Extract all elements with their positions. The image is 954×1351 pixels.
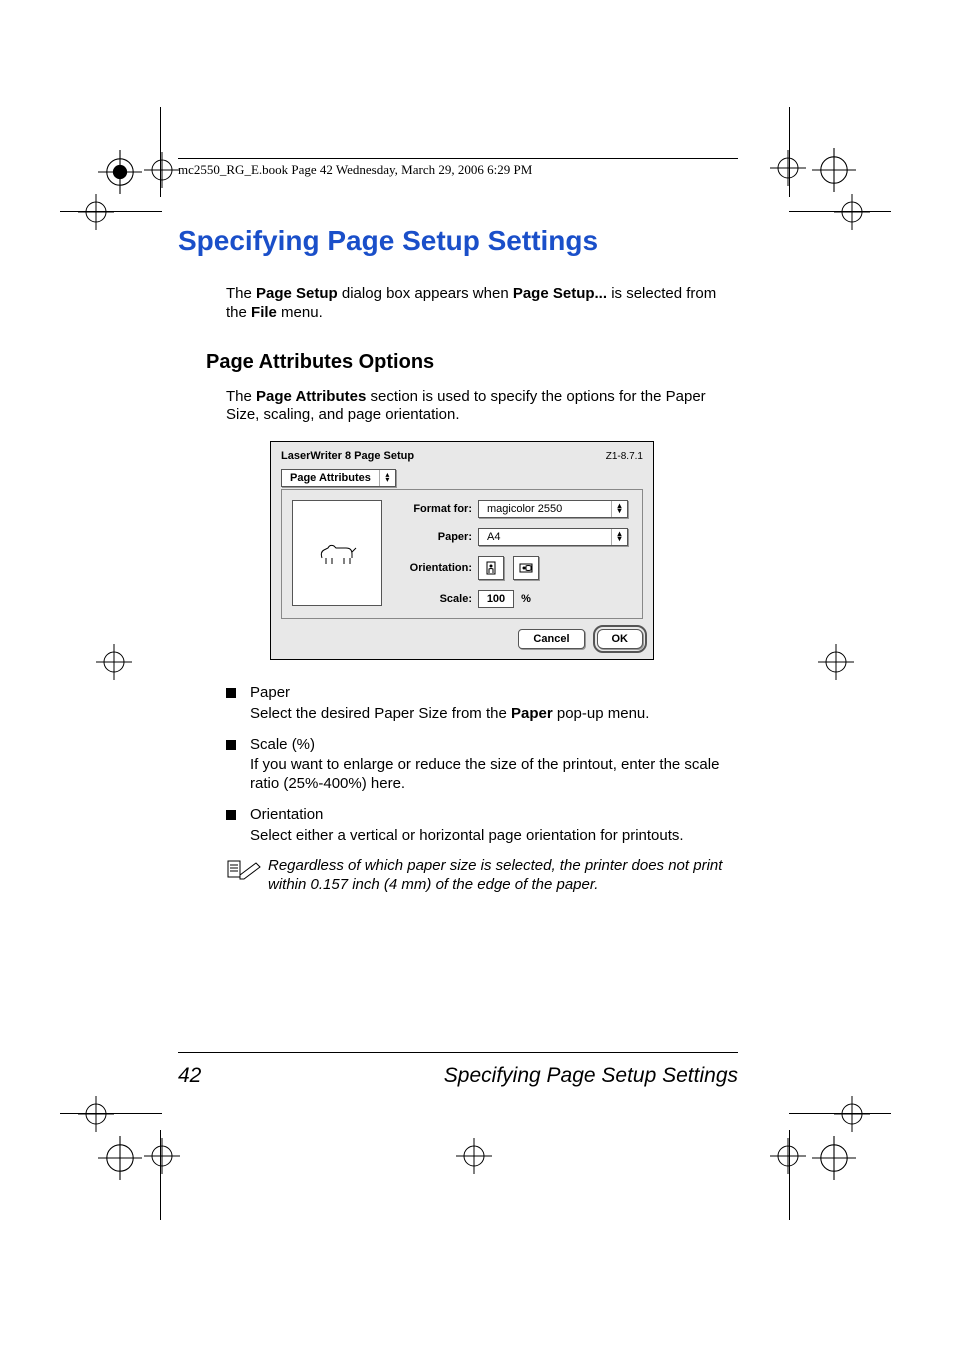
footer-rule [178, 1052, 738, 1053]
page-title: Specifying Page Setup Settings [178, 225, 738, 257]
footer-title: Specifying Page Setup Settings [444, 1064, 738, 1088]
chevron-updown-icon: ▴▾ [379, 470, 395, 486]
section-body: The Page Attributes section is used to s… [226, 388, 738, 426]
scale-unit: % [521, 593, 531, 605]
cancel-button[interactable]: Cancel [518, 629, 584, 649]
bullet-item: Orientation Select either a vertical or … [226, 806, 738, 846]
dog-preview-icon [316, 538, 358, 568]
square-bullet-icon [226, 810, 236, 820]
dialog-version: Z1-8.7.1 [606, 451, 643, 462]
registration-mark-icon [812, 148, 856, 192]
orientation-landscape-button[interactable] [513, 556, 539, 580]
note-icon [226, 857, 268, 895]
dialog-screenshot: LaserWriter 8 Page Setup Z1-8.7.1 Page A… [270, 441, 738, 660]
ok-button[interactable]: OK [597, 629, 644, 649]
paper-label: Paper: [400, 531, 478, 543]
scale-label: Scale: [400, 593, 478, 605]
registration-mark-icon [812, 1136, 856, 1180]
paper-select[interactable]: A4 ▴▾ [478, 528, 628, 546]
header-filename: mc2550_RG_E.book Page 42 Wednesday, Marc… [178, 162, 532, 178]
note-block: Regardless of which paper size is select… [226, 857, 738, 895]
crop-cross-icon [834, 1096, 870, 1132]
crop-line [160, 107, 161, 197]
crop-cross-icon [456, 1138, 492, 1174]
crop-cross-icon [770, 150, 806, 186]
header-rule [178, 158, 738, 159]
tab-select[interactable]: Page Attributes ▴▾ [281, 469, 396, 487]
format-for-select[interactable]: magicolor 2550 ▴▾ [478, 500, 628, 518]
orientation-label: Orientation: [400, 562, 478, 574]
crop-cross-icon [818, 644, 854, 680]
crop-cross-icon [78, 1096, 114, 1132]
crop-cross-icon [78, 194, 114, 230]
crop-line [160, 1130, 161, 1220]
chevron-updown-icon: ▴▾ [611, 529, 627, 545]
crop-line [789, 1130, 790, 1220]
crop-cross-icon [834, 194, 870, 230]
chevron-updown-icon: ▴▾ [611, 501, 627, 517]
bullet-item: Scale (%) If you want to enlarge or redu… [226, 736, 738, 794]
registration-mark-icon [98, 150, 142, 194]
page-number: 42 [178, 1064, 201, 1088]
crop-cross-icon [144, 1138, 180, 1174]
bullet-title: Scale (%) [250, 736, 738, 755]
square-bullet-icon [226, 688, 236, 698]
scale-input[interactable]: 100 [478, 590, 514, 608]
crop-line [789, 107, 790, 197]
orientation-portrait-button[interactable] [478, 556, 504, 580]
bullet-title: Orientation [250, 806, 738, 825]
dialog-title: LaserWriter 8 Page Setup [281, 450, 414, 462]
bullet-title: Paper [250, 684, 738, 703]
note-text: Regardless of which paper size is select… [268, 857, 738, 895]
page-preview [292, 500, 382, 606]
square-bullet-icon [226, 740, 236, 750]
crop-cross-icon [96, 644, 132, 680]
crop-line [60, 211, 162, 212]
bullet-body: If you want to enlarge or reduce the siz… [250, 756, 719, 792]
registration-mark-icon [98, 1136, 142, 1180]
section-heading: Page Attributes Options [206, 351, 738, 374]
crop-line [789, 211, 891, 212]
crop-line [789, 1113, 891, 1114]
bullet-body: Select either a vertical or horizontal p… [250, 827, 684, 844]
intro-paragraph: The Page Setup dialog box appears when P… [226, 285, 738, 323]
bullet-body: Select the desired Paper Size from the P… [250, 705, 649, 722]
crop-cross-icon [144, 152, 180, 188]
crop-line [60, 1113, 162, 1114]
crop-cross-icon [770, 1138, 806, 1174]
format-for-label: Format for: [400, 503, 478, 515]
bullet-item: Paper Select the desired Paper Size from… [226, 684, 738, 724]
